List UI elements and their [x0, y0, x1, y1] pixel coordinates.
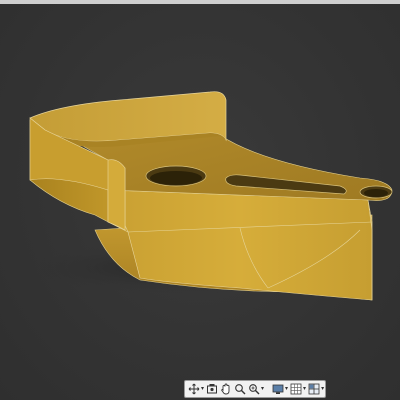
display-settings-icon	[272, 384, 284, 394]
navigation-toolbar: ▾ ▾ ▾ ▾ ▾	[184, 380, 326, 398]
chevron-down-icon: ▾	[321, 385, 325, 392]
3d-viewport[interactable]: ▾ ▾ ▾ ▾ ▾	[0, 0, 400, 400]
fit-zoom-button[interactable]: ▾	[247, 381, 265, 397]
zoom-button[interactable]	[233, 381, 247, 397]
viewports-icon	[308, 383, 320, 395]
chevron-down-icon: ▾	[261, 385, 265, 392]
zoom-icon	[235, 384, 246, 395]
back-wall	[29, 91, 227, 142]
viewports-button[interactable]: ▾	[307, 381, 325, 397]
orbit-button[interactable]: ▾	[187, 381, 205, 397]
3d-model[interactable]	[0, 0, 400, 400]
chevron-down-icon: ▾	[201, 385, 205, 392]
look-at-icon	[207, 384, 218, 394]
grid-icon	[290, 383, 302, 395]
grid-snaps-button[interactable]: ▾	[289, 381, 307, 397]
orbit-icon	[188, 383, 200, 395]
left-wall-end	[107, 159, 126, 231]
display-settings-button[interactable]: ▾	[271, 381, 289, 397]
pan-hand-icon	[221, 383, 230, 395]
pan-button[interactable]	[219, 381, 233, 397]
look-at-button[interactable]	[205, 381, 219, 397]
chevron-down-icon: ▾	[285, 385, 289, 392]
fit-zoom-icon	[249, 384, 260, 395]
chevron-down-icon: ▾	[303, 385, 307, 392]
